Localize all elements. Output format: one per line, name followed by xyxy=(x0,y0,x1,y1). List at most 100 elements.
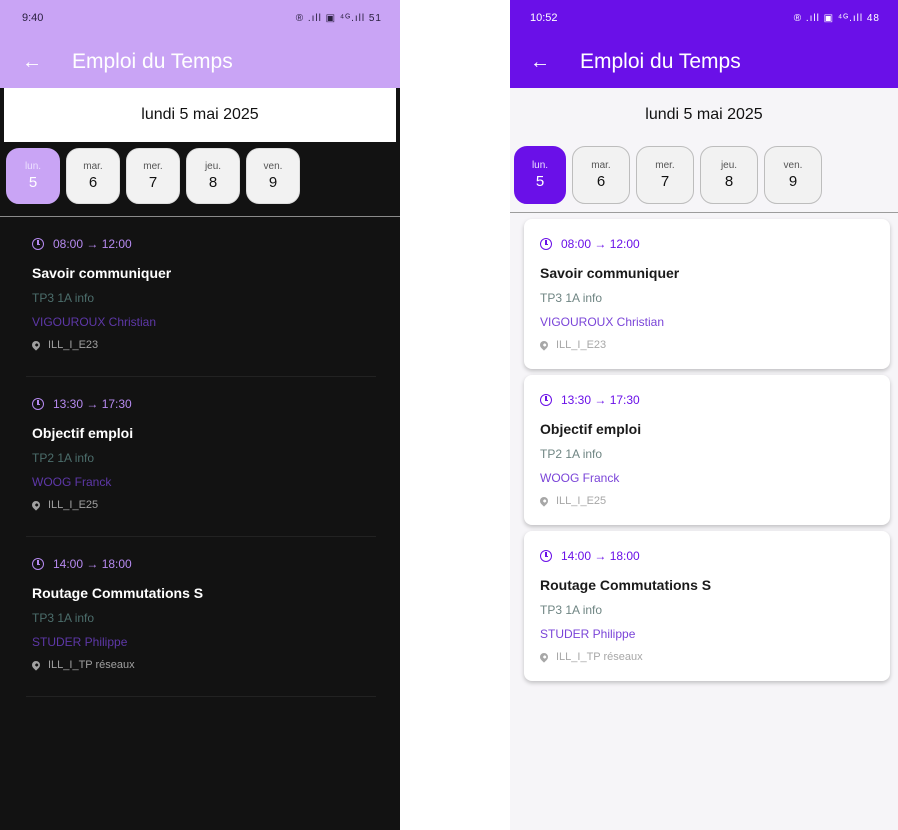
day-abbr: jeu. xyxy=(720,160,738,171)
clock-icon xyxy=(32,238,44,250)
day-abbr: ven. xyxy=(263,161,283,172)
status-icons: ® .ıll ▣ ⁴ᴳ.ıll 51 xyxy=(295,12,382,24)
course-room-row: ILL_I_E23 xyxy=(30,339,370,351)
course-time-row: 14:00 → 18:00 xyxy=(32,557,370,571)
course-teacher: WOOG Franck xyxy=(32,475,112,489)
app-title: Emploi du Temps xyxy=(72,50,233,73)
course-card[interactable]: 13:30 → 17:30 Objectif emploi TP2 1A inf… xyxy=(524,375,890,525)
clock-icon xyxy=(540,550,552,562)
date-header: lundi 5 mai 2025 xyxy=(4,88,396,142)
day-chip-tuesday[interactable]: mar. 6 xyxy=(66,148,120,204)
phone-screen-light: 10:52 ® .ıll ▣ ⁴ᴳ.ıll 48 ← Emploi du Tem… xyxy=(510,0,898,830)
day-chip-thursday[interactable]: jeu. 8 xyxy=(186,148,240,204)
course-title: Objectif emploi xyxy=(540,421,642,437)
course-card[interactable]: 14:00 → 18:00 Routage Commutations S TP3… xyxy=(524,531,890,681)
course-group: TP3 1A info xyxy=(540,603,603,617)
course-time: 13:30 → 17:30 xyxy=(53,397,132,411)
clock-icon xyxy=(32,398,44,410)
course-room: ILL_I_E25 xyxy=(556,495,607,507)
day-number: 5 xyxy=(535,173,545,190)
course-room-row: ILL_I_TP réseaux xyxy=(30,659,370,671)
day-number: 6 xyxy=(88,174,98,191)
day-selector: lun. 5 mar. 6 mer. 7 jeu. 8 ven. 9 xyxy=(510,142,898,212)
course-title: Savoir communiquer xyxy=(540,265,680,281)
clock-icon xyxy=(540,238,552,250)
course-group: TP2 1A info xyxy=(540,447,603,461)
course-time: 14:00 → 18:00 xyxy=(561,549,640,563)
course-room: ILL_I_TP réseaux xyxy=(556,651,643,663)
day-abbr: mar. xyxy=(591,160,611,171)
day-chip-monday[interactable]: lun. 5 xyxy=(514,146,566,204)
course-group: TP3 1A info xyxy=(32,291,95,305)
day-number: 9 xyxy=(788,173,798,190)
course-teacher: VIGOUROUX Christian xyxy=(540,315,665,329)
status-time: 9:40 xyxy=(22,12,44,24)
day-abbr: mar. xyxy=(83,161,103,172)
course-room: ILL_I_E23 xyxy=(48,339,99,351)
course-teacher: STUDER Philippe xyxy=(540,627,636,641)
course-room-row: ILL_I_TP réseaux xyxy=(538,651,874,663)
course-time: 14:00 → 18:00 xyxy=(53,557,132,571)
day-number: 8 xyxy=(724,173,734,190)
course-room: ILL_I_E23 xyxy=(556,339,607,351)
course-room-row: ILL_I_E23 xyxy=(538,339,874,351)
course-title: Objectif emploi xyxy=(32,425,134,441)
course-room-row: ILL_I_E25 xyxy=(30,499,370,511)
course-teacher: STUDER Philippe xyxy=(32,635,128,649)
day-chip-friday[interactable]: ven. 9 xyxy=(246,148,300,204)
status-icons: ® .ıll ▣ ⁴ᴳ.ıll 48 xyxy=(793,12,880,24)
course-card[interactable]: 08:00 → 12:00 Savoir communiquer TP3 1A … xyxy=(26,217,376,377)
back-arrow-icon[interactable]: ← xyxy=(22,51,52,74)
location-pin-icon xyxy=(30,499,42,511)
course-title: Routage Commutations S xyxy=(540,577,712,593)
day-number: 8 xyxy=(208,174,218,191)
course-room: ILL_I_E25 xyxy=(48,499,99,511)
app-title: Emploi du Temps xyxy=(580,50,741,73)
course-card[interactable]: 13:30 → 17:30 Objectif emploi TP2 1A inf… xyxy=(26,377,376,537)
location-pin-icon xyxy=(538,495,550,507)
day-abbr: jeu. xyxy=(204,161,222,172)
location-pin-icon xyxy=(538,651,550,663)
course-time-row: 08:00 → 12:00 xyxy=(32,237,370,251)
course-teacher: WOOG Franck xyxy=(540,471,620,485)
day-abbr: mer. xyxy=(655,160,675,171)
day-chip-monday[interactable]: lun. 5 xyxy=(6,148,60,204)
app-bar: ← Emploi du Temps xyxy=(0,36,400,88)
location-pin-icon xyxy=(538,339,550,351)
course-group: TP3 1A info xyxy=(32,611,95,625)
divider xyxy=(510,212,898,213)
location-pin-icon xyxy=(30,659,42,671)
course-card[interactable]: 14:00 → 18:00 Routage Commutations S TP3… xyxy=(26,537,376,697)
day-chip-thursday[interactable]: jeu. 8 xyxy=(700,146,758,204)
day-chip-wednesday[interactable]: mer. 7 xyxy=(636,146,694,204)
course-time: 08:00 → 12:00 xyxy=(561,237,640,251)
course-group: TP3 1A info xyxy=(540,291,603,305)
status-bar: 9:40 ® .ıll ▣ ⁴ᴳ.ıll 51 xyxy=(0,0,400,36)
day-abbr: mer. xyxy=(143,161,163,172)
course-time: 13:30 → 17:30 xyxy=(561,393,640,407)
course-title: Savoir communiquer xyxy=(32,265,172,281)
clock-icon xyxy=(32,558,44,570)
course-time-row: 13:30 → 17:30 xyxy=(540,393,874,407)
day-abbr: lun. xyxy=(24,161,42,172)
course-card[interactable]: 08:00 → 12:00 Savoir communiquer TP3 1A … xyxy=(524,219,890,369)
course-time-row: 14:00 → 18:00 xyxy=(540,549,874,563)
day-number: 6 xyxy=(596,173,606,190)
day-selector: lun. 5 mar. 6 mer. 7 jeu. 8 ven. 9 xyxy=(0,142,400,212)
day-number: 5 xyxy=(28,174,38,191)
day-abbr: ven. xyxy=(783,160,803,171)
clock-icon xyxy=(540,394,552,406)
day-chip-wednesday[interactable]: mer. 7 xyxy=(126,148,180,204)
course-title: Routage Commutations S xyxy=(32,585,204,601)
day-chip-tuesday[interactable]: mar. 6 xyxy=(572,146,630,204)
back-arrow-icon[interactable]: ← xyxy=(530,51,560,74)
course-time-row: 08:00 → 12:00 xyxy=(540,237,874,251)
location-pin-icon xyxy=(30,339,42,351)
day-chip-friday[interactable]: ven. 9 xyxy=(764,146,822,204)
course-room: ILL_I_TP réseaux xyxy=(48,659,135,671)
course-group: TP2 1A info xyxy=(32,451,95,465)
day-number: 9 xyxy=(268,174,278,191)
date-header: lundi 5 mai 2025 xyxy=(510,88,898,142)
course-time: 08:00 → 12:00 xyxy=(53,237,132,251)
status-bar: 10:52 ® .ıll ▣ ⁴ᴳ.ıll 48 xyxy=(510,0,898,36)
